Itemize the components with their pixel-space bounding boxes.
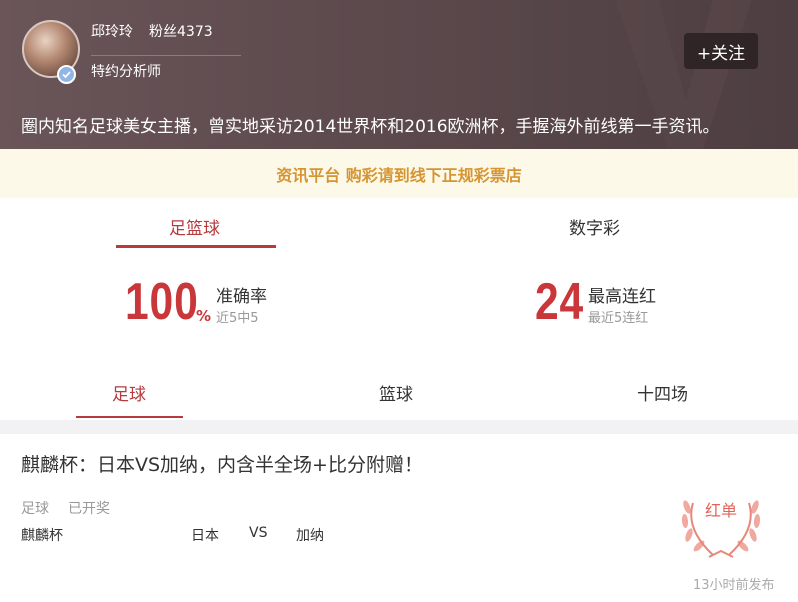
publish-time: 13小时前发布 [693,578,775,593]
tab-lottery-numbers[interactable]: 数字彩 [569,214,620,239]
main-tabs: 足篮球 数字彩 [0,198,798,260]
stats-panel: 100 % 准确率 近5中5 24 最高连红 最近5连红 [0,260,798,360]
subtab-indicator [76,416,183,418]
laurel-icon [681,500,761,558]
streak-sub: 最近5连红 [588,311,649,326]
streak-label: 最高连红 [588,287,656,307]
subtab-basketball[interactable]: 篮球 [379,380,413,405]
red-result-badge: 红单 [673,477,769,565]
follow-button[interactable]: +关注 [684,33,758,69]
notice-banner: 资讯平台 购彩请到线下正规彩票店 [0,149,798,198]
article-title[interactable]: 麒麟杯：日本VS加纳，内含半全场+比分附赠！ [21,450,423,477]
analyst-bio: 圈内知名足球美女主播，曾实地采访2014世界杯和2016欧洲杯，手握海外前线第一… [21,117,720,137]
subtab-14-matches[interactable]: 十四场 [637,380,688,405]
main-tab-indicator [116,245,276,248]
match-away-team: 加纳 [296,528,324,544]
analyst-role: 特约分析师 [91,64,161,80]
tab-football-basketball[interactable]: 足篮球 [169,214,220,239]
article-status: 已开奖 [68,501,110,517]
streak-value: 24 [535,273,585,331]
section-gap [0,420,798,434]
accuracy-label: 准确率 [216,287,267,307]
accuracy-unit: % [196,307,212,325]
fans-count: 粉丝4373 [149,24,213,40]
header-divider [91,55,241,56]
accuracy-sub: 近5中5 [216,311,259,326]
profile-header: 邱玲玲 粉丝4373 特约分析师 +关注 圈内知名足球美女主播，曾实地采访201… [0,0,798,149]
subtab-football[interactable]: 足球 [112,380,146,405]
article-category: 足球 [21,501,49,517]
verified-icon [57,65,76,84]
match-vs: VS [249,525,268,541]
match-league: 麒麟杯 [21,528,63,544]
badge-label: 红单 [704,501,737,520]
accuracy-value: 100 [125,273,199,331]
match-home-team: 日本 [191,528,219,544]
analyst-name: 邱玲玲 [91,24,133,40]
article-card[interactable]: 麒麟杯：日本VS加纳，内含半全场+比分附赠！ 足球 已开奖 麒麟杯 日本 VS … [0,434,798,602]
sub-tabs: 足球 篮球 十四场 [0,360,798,420]
